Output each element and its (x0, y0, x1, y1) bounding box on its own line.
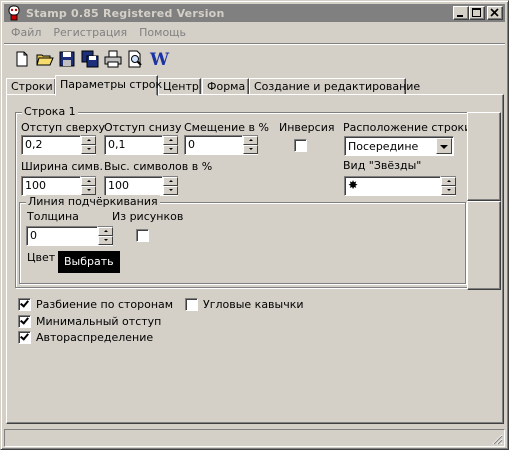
tab-center[interactable]: Центр (158, 78, 201, 95)
angle-quotes-label: Угловые кавычки (203, 298, 304, 311)
dropdown-arrow-icon[interactable] (436, 138, 452, 154)
char-height-down-arrow[interactable] (163, 186, 178, 195)
from-picture-checkbox[interactable] (136, 229, 149, 242)
title-bar[interactable]: Stamp 0.85 Registered Version (4, 4, 505, 22)
char-width-spin[interactable]: 100 (21, 176, 96, 196)
tab-strip: Строки Параметры строк Центр Форма Созда… (6, 75, 504, 96)
choose-color-button[interactable]: Выбрать (58, 251, 120, 273)
close-button[interactable] (487, 6, 503, 20)
line-position-value: Посередине (348, 140, 419, 153)
maximize-button[interactable] (469, 6, 485, 20)
resize-grip-icon[interactable] (491, 433, 503, 445)
top-offset-label: Отступ сверху (21, 121, 106, 134)
bottom-offset-input[interactable]: 0,1 (104, 135, 163, 155)
new-document-icon (16, 51, 28, 67)
print-preview-icon (128, 50, 142, 68)
maximize-icon (472, 8, 481, 17)
line-position-select[interactable]: Посередине (344, 136, 454, 156)
shift-label: Смещение в % (184, 121, 269, 134)
star-type-label: Вид "Звёзды" (343, 159, 422, 172)
tab-shape[interactable]: Форма (202, 78, 249, 95)
svg-text:W: W (149, 50, 170, 69)
menu-bar: Файл Регистрация Помощь (4, 23, 505, 41)
word-export-icon: W (149, 50, 170, 69)
thickness-up-arrow[interactable] (98, 227, 113, 236)
minimize-icon (457, 15, 463, 17)
open-button[interactable] (35, 49, 55, 69)
char-width-up-arrow[interactable] (81, 177, 96, 186)
menu-help[interactable]: Помощь (134, 26, 191, 39)
inversion-checkbox[interactable] (294, 139, 307, 152)
min-indent-checkbox[interactable] (18, 315, 31, 328)
inversion-label: Инверсия (279, 121, 335, 134)
top-offset-up-arrow[interactable] (81, 136, 96, 145)
star-type-input[interactable]: ✸ (344, 176, 441, 196)
line-position-label: Расположение строки (343, 121, 472, 134)
char-width-down-arrow[interactable] (81, 186, 96, 195)
char-height-input[interactable]: 100 (104, 176, 163, 196)
menu-registration[interactable]: Регистрация (48, 26, 132, 39)
app-icon (6, 5, 22, 21)
tab-create-edit[interactable]: Создание и редактирование (249, 78, 420, 95)
shift-up-arrow[interactable] (243, 136, 258, 145)
save-button[interactable] (57, 49, 77, 69)
char-height-up-arrow[interactable] (163, 177, 178, 186)
auto-distribution-label: Автораспределение (36, 331, 154, 344)
char-height-spin[interactable]: 100 (104, 176, 178, 196)
print-icon (104, 50, 122, 68)
minimize-button[interactable] (453, 6, 469, 20)
char-width-label: Ширина симв. (21, 160, 103, 173)
tab-line-params[interactable]: Параметры строк (55, 75, 162, 96)
toolbar: W (4, 43, 505, 72)
top-offset-down-arrow[interactable] (81, 145, 96, 154)
window-title: Stamp 0.85 Registered Version (26, 6, 225, 20)
print-button[interactable] (103, 49, 123, 69)
tab-lines[interactable]: Строки (6, 78, 56, 95)
status-bar (4, 429, 505, 447)
main-window: Stamp 0.85 Registered Version Файл Регис… (0, 0, 509, 450)
shift-spin[interactable]: 0 (184, 135, 258, 155)
shift-down-arrow[interactable] (243, 145, 258, 154)
star-type-spin[interactable]: ✸ (344, 176, 456, 196)
bottom-offset-down-arrow[interactable] (163, 145, 178, 154)
bottom-offset-up-arrow[interactable] (163, 136, 178, 145)
char-height-label: Выс. символов в % (104, 160, 213, 173)
word-export-button[interactable]: W (149, 49, 170, 69)
line1-legend: Строка 1 (22, 105, 78, 118)
from-picture-label: Из рисунков (112, 210, 184, 223)
star-type-down-arrow[interactable] (441, 186, 456, 195)
top-offset-spin[interactable]: 0,2 (21, 135, 96, 155)
top-offset-input[interactable]: 0,2 (21, 135, 81, 155)
open-folder-icon (36, 54, 54, 66)
split-sides-label: Разбиение по сторонам (36, 298, 174, 311)
split-sides-checkbox[interactable] (18, 298, 31, 311)
char-width-input[interactable]: 100 (21, 176, 81, 196)
tab-panel: Строка 1 Отступ сверху 0,2 Отступ снизу … (6, 94, 504, 424)
thickness-label: Толщина (27, 210, 79, 223)
star-type-up-arrow[interactable] (441, 177, 456, 186)
min-indent-label: Минимальный отступ (36, 315, 162, 328)
angle-quotes-checkbox[interactable] (185, 298, 198, 311)
save-as-button[interactable] (80, 49, 100, 69)
save-icon (59, 51, 75, 67)
move-up-button[interactable] (467, 112, 501, 201)
thickness-input[interactable]: 0 (26, 226, 98, 246)
print-preview-button[interactable] (125, 49, 145, 69)
thickness-down-arrow[interactable] (98, 236, 113, 245)
move-down-button[interactable] (467, 201, 501, 290)
menu-file[interactable]: Файл (6, 26, 46, 39)
bottom-offset-label: Отступ снизу (104, 121, 182, 134)
thickness-spin[interactable]: 0 (26, 226, 113, 246)
auto-distribution-checkbox[interactable] (18, 331, 31, 344)
new-document-button[interactable] (12, 49, 32, 69)
color-label: Цвет (27, 251, 56, 264)
shift-input[interactable]: 0 (184, 135, 243, 155)
underline-legend: Линия подчёркивания (26, 195, 160, 208)
save-as-icon (81, 50, 99, 68)
bottom-offset-spin[interactable]: 0,1 (104, 135, 178, 155)
close-icon (490, 8, 499, 17)
